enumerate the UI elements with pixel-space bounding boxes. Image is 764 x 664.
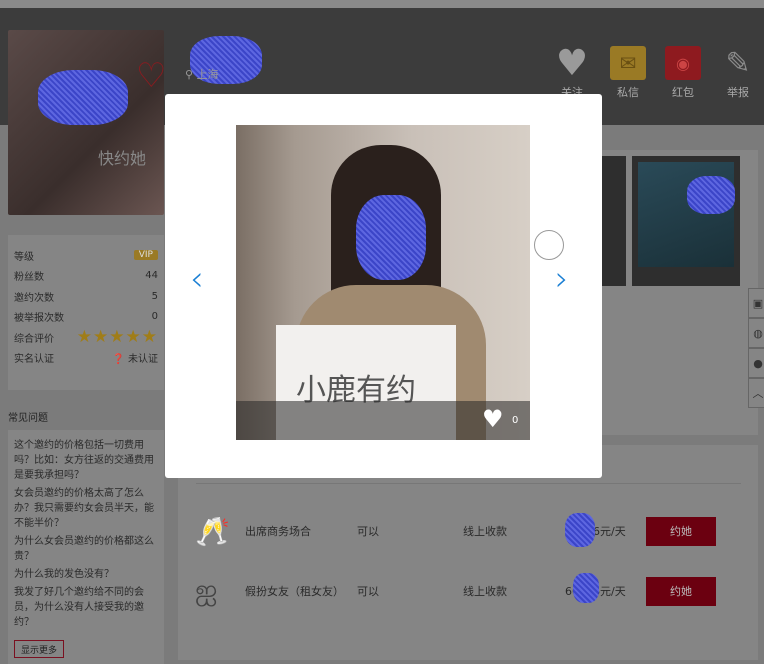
service-name: 出席商务场合 [245, 525, 311, 538]
faq-title: 常见问题 [8, 413, 48, 424]
service-price: 66 6元/天 [565, 573, 646, 603]
location: ⚲ 上海 [185, 68, 219, 81]
service-allowed: 可以 [357, 525, 379, 538]
report-icon: ✎ [725, 45, 751, 81]
location-text: 上海 [196, 68, 219, 81]
top-strip [0, 0, 764, 8]
service-payment: 线上收款 [463, 525, 507, 538]
stat-value: 5 [151, 290, 158, 302]
action-label: 红包 [672, 86, 694, 99]
redaction-scribble [356, 195, 426, 280]
faq-panel: 这个邀约的价格包括一切费用吗？比如：女方往返的交通费用是要我承担吗？ 女会员邀约… [8, 430, 164, 664]
side-button[interactable]: ▣ [748, 288, 764, 318]
invite-button[interactable]: 约她 [646, 516, 716, 546]
stat-label: 实名认证 [14, 354, 54, 366]
action-label: 私信 [617, 86, 639, 99]
stat-rating: 综合评价 ★★★★★ [8, 327, 164, 348]
faq-item[interactable]: 为什么我的发色没有？ [8, 567, 164, 582]
follow-button[interactable]: ♥ 关注 [550, 42, 594, 100]
verify-status: ❓ 未认证 [112, 350, 158, 365]
show-more-button[interactable]: 显示更多 [14, 640, 64, 658]
redaction-scribble [38, 70, 128, 125]
faq-item[interactable]: 女会员邀约的价格太高了怎么办？我只需要约女会员半天，能不能半价？ [8, 486, 164, 531]
gallery-thumbnail[interactable] [632, 156, 740, 286]
divider [196, 483, 741, 484]
service-row: ஐ 假扮女友（租女友） 可以 线上收款 66 6元/天 约她 [195, 566, 740, 616]
report-button[interactable]: ✎ 举报 [716, 46, 760, 100]
service-payment: 线上收款 [463, 585, 507, 598]
stat-fans: 粉丝数 44 [8, 266, 164, 287]
like-count: 0 [512, 415, 519, 426]
service-name: 假扮女友（租女友） [245, 585, 344, 598]
photo-caption-bar: ♥ 0 [236, 401, 530, 440]
message-button[interactable]: ✉ 私信 [606, 46, 650, 100]
heart-icon: ♥ [555, 42, 589, 84]
back-to-top-button[interactable]: ︿ [748, 378, 764, 408]
stat-label: 被举报次数 [14, 313, 64, 325]
stat-label: 邀约次数 [14, 292, 54, 304]
redaction-scribble [573, 573, 599, 603]
redaction-scribble [565, 513, 595, 547]
service-allowed: 可以 [357, 585, 379, 598]
wine-glasses-icon: 🥂 [195, 514, 230, 548]
action-label: 举报 [727, 86, 749, 99]
invite-button[interactable]: 约她 [646, 576, 716, 606]
stat-value: 未认证 [128, 354, 158, 366]
photo-watermark: 快约她 [98, 149, 147, 168]
faq-item[interactable]: 这个邀约的价格包括一切费用吗？比如：女方往返的交通费用是要我承担吗？ [8, 438, 164, 483]
stat-invites: 邀约次数 5 [8, 286, 164, 307]
stat-reports: 被举报次数 0 [8, 307, 164, 328]
stat-level: 等级 VIP [8, 245, 164, 266]
red-envelope-button[interactable]: ◉ 红包 [661, 46, 705, 100]
faq-item[interactable]: 我发了好几个邀约给不同的会员，为什么没有人接受我的邀约？ [8, 585, 164, 630]
stat-value: 44 [145, 270, 158, 282]
rating-stars: ★★★★★ [76, 327, 158, 348]
stat-value: 0 [151, 311, 158, 323]
faq-item[interactable]: 为什么女会员邀约的价格都这么贵？ [8, 534, 164, 564]
cursor-circle [534, 230, 564, 260]
service-row: 🥂 出席商务场合 可以 线上收款 656元/天 约她 [195, 506, 740, 556]
woman-hair-icon: ஐ [195, 572, 218, 606]
lightbox-photo: 小鹿有约 ♥ 0 [236, 125, 530, 440]
vip-badge: VIP [133, 250, 158, 261]
like-heart-icon[interactable]: ♥ [482, 405, 504, 433]
stat-label: 综合评价 [14, 333, 54, 345]
favorite-heart-icon[interactable]: ♡ [136, 56, 166, 96]
service-price: 656元/天 [565, 513, 646, 547]
red-envelope-icon: ◉ [665, 46, 701, 80]
stat-label: 粉丝数 [14, 272, 44, 284]
side-button[interactable]: ◍ [748, 318, 764, 348]
side-button[interactable]: ● [748, 348, 764, 378]
prev-arrow-icon[interactable]: ‹ [190, 259, 204, 299]
stats-panel: 等级 VIP 粉丝数 44 邀约次数 5 被举报次数 0 综合评价 ★★★★★ 实名认证 ❓… [8, 235, 164, 390]
question-icon: ❓ [112, 354, 125, 366]
stat-verify: 实名认证 ❓ 未认证 [8, 348, 164, 369]
mail-icon: ✉ [610, 46, 646, 80]
redaction-scribble [687, 176, 735, 214]
photo-lightbox: 小鹿有约 ♥ 0 ‹ › [165, 94, 602, 478]
stat-label: 等级 [14, 251, 34, 263]
next-arrow-icon[interactable]: › [555, 259, 569, 299]
